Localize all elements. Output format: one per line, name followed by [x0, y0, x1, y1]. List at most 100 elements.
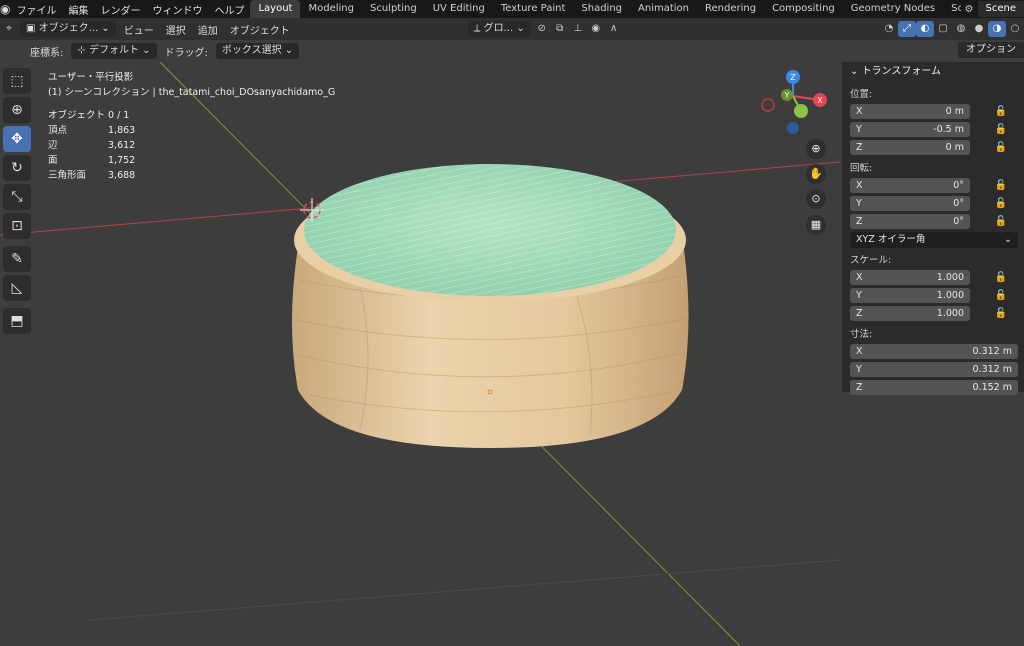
rendered-shading-icon[interactable]: ○ [1006, 21, 1024, 37]
tab-sculpting[interactable]: Sculpting [362, 0, 425, 18]
rotate-tool-icon[interactable]: ↻ [3, 155, 31, 181]
visibility-icon[interactable]: ◔ [880, 21, 898, 37]
tab-modeling[interactable]: Modeling [300, 0, 362, 18]
menu-window[interactable]: ウィンドウ [146, 2, 208, 17]
tab-rendering[interactable]: Rendering [697, 0, 764, 18]
menu-add[interactable]: 追加 [192, 22, 224, 37]
orientation-icon: ⟂ [473, 23, 481, 34]
proportional-edit-icon[interactable]: ◉ [587, 21, 605, 37]
viewport-header: ⌖ ▣ オブジェク... ⌄ ビュー 選択 追加 オブジェクト ⟂ グロ... … [0, 18, 1024, 40]
tab-animation[interactable]: Animation [630, 0, 697, 18]
stat-row: オブジェクト 0 / 1 [48, 110, 130, 121]
snap-target-icon[interactable]: ⊥ [569, 21, 587, 37]
panel-title: トランスフォーム [861, 66, 942, 77]
transform-orientation-dropdown[interactable]: ⟂ グロ... ⌄ [467, 21, 531, 37]
menu-select[interactable]: 選択 [160, 22, 192, 37]
lock-icon[interactable]: 🔓 [994, 290, 1008, 301]
lock-icon[interactable]: 🔓 [994, 106, 1008, 117]
lock-icon[interactable]: 🔓 [994, 142, 1008, 153]
material-shading-icon[interactable]: ◑ [988, 21, 1006, 37]
transform-tool-icon[interactable]: ⊡ [3, 213, 31, 239]
lock-icon[interactable]: 🔓 [994, 308, 1008, 319]
tab-compositing[interactable]: Compositing [764, 0, 843, 18]
rotation-mode-dropdown[interactable]: XYZ オイラー角 ⌄ [850, 231, 1018, 248]
lock-icon[interactable]: 🔓 [994, 180, 1008, 191]
rotation-x-field[interactable]: X 0° [850, 178, 970, 193]
menu-edit[interactable]: 編集 [62, 2, 94, 17]
rotation-y-field[interactable]: Y 0° [850, 196, 970, 211]
menu-help[interactable]: ヘルプ [208, 2, 250, 17]
pivot-icon[interactable]: ⊘ [533, 21, 551, 37]
mode-dropdown[interactable]: ▣ オブジェク... ⌄ [20, 21, 116, 37]
gizmo-z-label: Z [790, 73, 796, 82]
zoom-icon[interactable]: ⊕ [806, 139, 826, 159]
tab-texture-paint[interactable]: Texture Paint [493, 0, 574, 18]
location-z-field[interactable]: Z0 m [850, 140, 970, 155]
editor-type-icon[interactable]: ⌖ [0, 21, 18, 37]
dimension-y-field[interactable]: Y 0.312 m [850, 362, 1018, 377]
menu-render[interactable]: レンダー [94, 2, 146, 17]
wireframe-shading-icon[interactable]: ◍ [952, 21, 970, 37]
menu-file[interactable]: ファイル [10, 2, 62, 17]
tab-layout[interactable]: Layout [250, 0, 301, 18]
camera-icon[interactable]: ⊙ [806, 189, 826, 209]
tab-shading[interactable]: Shading [573, 0, 630, 18]
left-toolbar: ⬚ ⊕ ✥ ↻ ⤡ ⊡ ✎ ◺ ⬒ [3, 68, 33, 337]
solid-shading-icon[interactable]: ● [970, 21, 988, 37]
add-cube-tool-icon[interactable]: ⬒ [3, 308, 31, 334]
move-tool-icon[interactable]: ✥ [3, 126, 31, 152]
xray-icon[interactable]: ▢ [934, 21, 952, 37]
falloff-icon[interactable]: ∧ [605, 21, 623, 37]
overlay-toggle-icon[interactable]: ◐ [916, 21, 934, 37]
coord-dropdown[interactable]: ⊹ デフォルト ⌄ [71, 43, 157, 59]
scale-label: スケール: [850, 255, 892, 266]
blender-logo-icon[interactable]: ◉ [0, 2, 10, 16]
drag-value: ボックス選択 [221, 45, 282, 56]
lock-icon[interactable]: 🔓 [994, 124, 1008, 135]
scale-z-field[interactable]: Z 1.000 [850, 306, 970, 321]
sidebar-panel: ⌄ トランスフォーム 位置: X0 m 🔓 Y -0.5 m 🔓 Z0 m 🔓 回転: … [842, 62, 1024, 395]
scale-y-field[interactable]: Y 1.000 [850, 288, 970, 303]
collection-name: (1) シーンコレクション | the_tatami_choi_DOsanyac… [48, 87, 336, 98]
cursor-tool-icon[interactable]: ⊕ [3, 97, 31, 123]
scene-selector[interactable]: ⚙ Scene [960, 0, 1024, 18]
transform-panel-header[interactable]: ⌄ トランスフォーム [842, 62, 1024, 82]
location-y-field[interactable]: Y -0.5 m [850, 122, 970, 137]
pan-hand-icon[interactable]: ✋ [806, 164, 826, 184]
annotate-tool-icon[interactable]: ✎ [3, 246, 31, 272]
snap-icon[interactable]: ⧉ [551, 21, 569, 37]
navigation-gizmo: Z X Y [761, 70, 827, 134]
view-name: ユーザー・平行投影 [48, 72, 134, 83]
tool-settings-bar: 座標系: ⊹ デフォルト ⌄ ドラッグ: ボックス選択 ⌄ [0, 40, 1024, 62]
rotation-z-field[interactable]: Z 0° [850, 214, 970, 229]
options-button[interactable]: オプション [958, 42, 1024, 58]
grid-perspective-icon[interactable]: ▦ [806, 215, 826, 235]
dimension-z-field[interactable]: Z 0.152 m [850, 380, 1018, 395]
drag-dropdown[interactable]: ボックス選択 ⌄ [215, 43, 300, 59]
location-x-field[interactable]: X0 m [850, 104, 970, 119]
menu-view[interactable]: ビュー [118, 22, 160, 37]
measure-tool-icon[interactable]: ◺ [3, 275, 31, 301]
tab-uv-editing[interactable]: UV Editing [425, 0, 493, 18]
scene-statistics: オブジェクト 0 / 1 頂点 1,863 辺 3,612 面 1,752 三角形面 3,… [48, 108, 135, 183]
gizmo-toggle-icon[interactable]: ⤢ [898, 21, 916, 37]
gizmo-y-label: Y [784, 91, 790, 100]
menu-object[interactable]: オブジェクト [224, 22, 296, 37]
coord-icon: ⊹ [77, 45, 86, 56]
scale-tool-icon[interactable]: ⤡ [3, 184, 31, 210]
coord-label: 座標系: [30, 47, 64, 59]
coord-value: デフォルト [88, 45, 139, 56]
stat-row: 三角形面 3,688 [48, 170, 136, 181]
dimension-x-field[interactable]: X 0.312 m [850, 344, 1018, 359]
tab-geometry-nodes[interactable]: Geometry Nodes [843, 0, 943, 18]
chevron-down-icon: ⌄ [1004, 233, 1012, 245]
orientation-label: グロ... [483, 23, 514, 34]
lock-icon[interactable]: 🔓 [994, 216, 1008, 227]
select-box-tool-icon[interactable]: ⬚ [3, 68, 31, 94]
gizmo-x-label: X [817, 96, 823, 105]
scene-name[interactable]: Scene [977, 1, 1024, 17]
lock-icon[interactable]: 🔓 [994, 272, 1008, 283]
lock-icon[interactable]: 🔓 [994, 198, 1008, 209]
scale-x-field[interactable]: X 1.000 [850, 270, 970, 285]
location-label: 位置: [850, 89, 873, 100]
